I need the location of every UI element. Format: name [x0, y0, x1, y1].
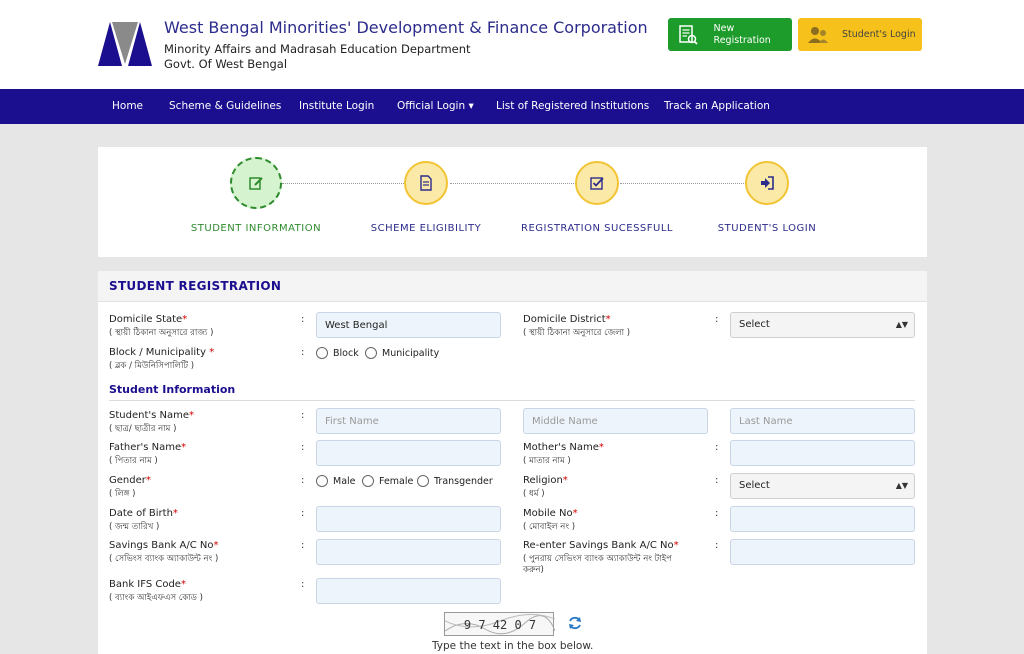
mobile-input[interactable]: [730, 506, 915, 532]
student-information-heading: Student Information: [109, 383, 236, 396]
ifsc-label-bn: ( ব্যাংক আইএফএস কোড ): [109, 593, 203, 603]
wbmdfc-logo[interactable]: [98, 20, 152, 68]
new-registration-button[interactable]: New Registration: [668, 18, 792, 51]
nav-scheme-guidelines[interactable]: Scheme & Guidelines: [169, 89, 281, 124]
step-label-registration-successful: REGISTRATION SUCESSFULL: [521, 223, 673, 234]
step-scheme-eligibility: [404, 161, 448, 205]
domicile-district-label: Domicile District*: [523, 314, 611, 325]
mother-name-input[interactable]: [730, 440, 915, 466]
savings-account-label: Savings Bank A/C No*: [109, 540, 219, 551]
org-title: West Bengal Minorities' Development & Fi…: [164, 18, 648, 37]
mother-name-label: Mother's Name*: [523, 442, 604, 453]
registration-form-icon: [676, 23, 700, 47]
student-name-label: Student's Name*: [109, 410, 195, 421]
radio-circle[interactable]: [417, 475, 429, 487]
step-connector: [450, 183, 576, 184]
religion-label: Religion*: [523, 475, 568, 486]
form-title: STUDENT REGISTRATION: [109, 279, 282, 293]
father-name-input[interactable]: [316, 440, 501, 466]
block-municipality-label: Block / Municipality *: [109, 347, 215, 358]
domicile-district-label-bn: ( স্থায়ী ঠিকানা অনুসারে জেলা ): [523, 328, 631, 338]
nav-official-login[interactable]: Official Login ▾: [397, 89, 474, 124]
captcha-text: 9 7 42 0 7: [463, 618, 537, 632]
student-name-label-bn: ( ছাত্র/ ছাত্রীর নাম ): [109, 424, 177, 434]
org-government: Govt. Of West Bengal: [164, 57, 288, 71]
father-name-label: Father's Name*: [109, 442, 187, 453]
site-header: West Bengal Minorities' Development & Fi…: [0, 0, 1024, 89]
block-municipality-label-bn: ( ব্লক / মিউনিসিপালিটি ): [109, 361, 195, 371]
captcha-hint: Type the text in the box below.: [432, 640, 594, 652]
dob-label: Date of Birth*: [109, 508, 178, 519]
middle-name-input[interactable]: [523, 408, 708, 434]
religion-select[interactable]: Select ▲▼: [730, 473, 915, 499]
savings-account-input[interactable]: [316, 539, 501, 565]
section-divider: [109, 400, 915, 401]
domicile-district-select[interactable]: Select ▲▼: [730, 312, 915, 338]
step-student-information: [230, 157, 282, 209]
savings-account-label-bn: ( সেভিংস ব্যাংক অ্যাকাউন্ট নং ): [109, 554, 219, 564]
student-login-button[interactable]: Student's Login: [798, 18, 922, 51]
users-icon: [806, 23, 830, 47]
nav-institute-login[interactable]: Institute Login: [299, 89, 374, 124]
step-registration-successful: [575, 161, 619, 205]
step-label-students-login: STUDENT'S LOGIN: [717, 223, 817, 234]
registration-steps: STUDENT INFORMATION SCHEME ELIGIBILITY R…: [98, 147, 927, 257]
radio-female[interactable]: Female: [362, 475, 413, 487]
step-connector: [620, 183, 746, 184]
domicile-state-input[interactable]: [316, 312, 501, 338]
radio-municipality[interactable]: Municipality: [365, 347, 439, 359]
student-registration-form: STUDENT REGISTRATION Domicile State* ( স…: [98, 271, 927, 654]
edit-icon: [249, 177, 263, 190]
checkbox-icon: [590, 177, 604, 190]
captcha-image: 9 7 42 0 7: [444, 612, 555, 636]
last-name-input[interactable]: [730, 408, 915, 434]
domicile-state-label: Domicile State*: [109, 314, 188, 325]
reenter-savings-label-bn-cont: করুন): [523, 565, 544, 575]
refresh-icon[interactable]: [567, 615, 583, 631]
ifsc-input[interactable]: [316, 578, 501, 604]
new-registration-label: New Registration: [713, 22, 771, 46]
select-arrows-icon: ▲▼: [895, 481, 908, 490]
document-icon: [420, 175, 432, 191]
main-nav: Home Scheme & Guidelines Institute Login…: [0, 89, 1024, 124]
step-students-login: [745, 161, 789, 205]
mobile-label-bn: ( মোবাইল নং ): [523, 522, 576, 532]
form-header: STUDENT REGISTRATION: [98, 271, 927, 302]
radio-circle[interactable]: [316, 475, 328, 487]
radio-transgender[interactable]: Transgender: [417, 475, 493, 487]
dob-input[interactable]: [316, 506, 501, 532]
father-name-label-bn: ( পিতার নাম ): [109, 456, 158, 466]
dob-label-bn: ( জন্ম তারিখ ): [109, 522, 160, 532]
radio-circle[interactable]: [316, 347, 328, 359]
gender-label: Gender*: [109, 475, 151, 486]
org-department: Minority Affairs and Madrasah Education …: [164, 42, 471, 56]
radio-male[interactable]: Male: [316, 475, 356, 487]
domicile-state-label-bn: ( স্থায়ী ঠিকানা অনুসারে রাজ্য ): [109, 328, 214, 338]
mother-name-label-bn: ( মাতার নাম ): [523, 456, 571, 466]
radio-circle[interactable]: [365, 347, 377, 359]
sign-in-icon: [761, 176, 774, 190]
radio-circle[interactable]: [362, 475, 374, 487]
step-label-student-information: STUDENT INFORMATION: [190, 223, 322, 234]
nav-registered-institutions[interactable]: List of Registered Institutions: [496, 89, 649, 124]
nav-track-application[interactable]: Track an Application: [664, 89, 770, 124]
first-name-input[interactable]: [316, 408, 501, 434]
gender-label-bn: ( লিঙ্গ ): [109, 489, 136, 499]
student-login-label: Student's Login: [842, 28, 916, 40]
reenter-savings-label: Re-enter Savings Bank A/C No*: [523, 540, 679, 551]
radio-block[interactable]: Block: [316, 347, 359, 359]
nav-home[interactable]: Home: [112, 89, 143, 124]
mobile-label: Mobile No*: [523, 508, 578, 519]
ifsc-label: Bank IFS Code*: [109, 579, 186, 590]
step-connector: [282, 183, 404, 184]
select-arrows-icon: ▲▼: [895, 320, 908, 329]
reenter-savings-input[interactable]: [730, 539, 915, 565]
religion-label-bn: ( ধর্ম ): [523, 489, 545, 499]
step-label-scheme-eligibility: SCHEME ELIGIBILITY: [370, 223, 482, 234]
reenter-savings-label-bn: ( পুনরায় সেভিংস ব্যাংক অ্যাকাউন্ট নং টা…: [523, 554, 672, 564]
